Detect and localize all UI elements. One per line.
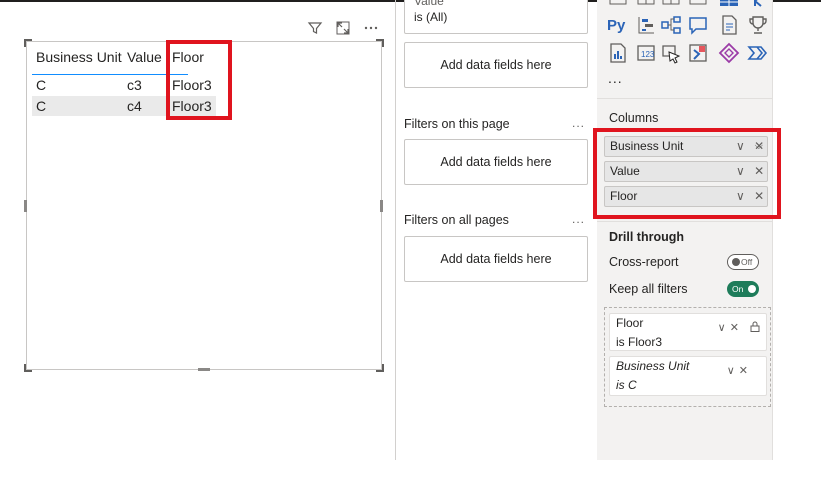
metrics-scorecard-icon[interactable]: 123 [635, 42, 657, 64]
resize-corner-top-left[interactable] [24, 39, 32, 47]
keep-filters-toggle[interactable]: On [727, 281, 759, 297]
lock-icon[interactable] [743, 321, 760, 334]
pane-divider [597, 98, 773, 99]
smart-narrative-icon[interactable] [718, 14, 740, 36]
drill-condition: is C [616, 378, 637, 392]
filter-field-name: Value [414, 0, 444, 8]
cell-value: c4 [127, 98, 142, 114]
page-filters-heading: Filters on this page [404, 117, 510, 131]
focus-mode-icon[interactable] [334, 20, 352, 38]
column-header-value[interactable]: Value [127, 47, 162, 68]
python-visual-icon[interactable]: Py [607, 14, 629, 36]
columns-heading: Columns [609, 111, 659, 125]
toggle-state: On [732, 284, 744, 294]
paginated-report-icon[interactable] [607, 42, 629, 64]
toggle-state: Off [741, 257, 753, 267]
visual-header [302, 20, 384, 38]
chevron-down-icon[interactable]: ∨ [727, 365, 739, 377]
remove-filter-icon[interactable]: ✕ [739, 365, 752, 377]
cross-report-row: Cross-report Off [609, 254, 759, 270]
power-automate-flow-icon[interactable] [747, 42, 769, 64]
more-visuals-icon[interactable]: ... [608, 70, 623, 86]
qa-chat-icon[interactable] [687, 14, 709, 36]
drill-condition: is Floor3 [616, 335, 663, 349]
all-pages-filters-drop-zone[interactable]: Add data fields here [404, 236, 588, 282]
visual-filters-drop-zone[interactable]: Add data fields here [404, 42, 588, 88]
highlight-columns-well [593, 128, 781, 219]
more-options-icon[interactable] [362, 20, 380, 38]
cell-business-unit: C [36, 77, 47, 93]
pane-divider [597, 221, 773, 222]
page-filters-more-icon[interactable]: ... [572, 116, 585, 130]
keep-filters-row: Keep all filters On [609, 281, 759, 297]
all-pages-filters-heading: Filters on all pages [404, 213, 509, 227]
svg-text:123: 123 [641, 50, 655, 59]
filters-pane: Value is (All) Add data fields here Filt… [395, 0, 597, 460]
cross-report-toggle[interactable]: Off [727, 254, 759, 270]
power-apps-diamond-icon[interactable] [718, 42, 740, 64]
drill-filter-floor[interactable]: Floor is Floor3 ∨✕ [609, 313, 767, 351]
drill-through-heading: Drill through [609, 230, 684, 244]
drill-field-name: Floor [616, 316, 644, 330]
filter-icon[interactable] [306, 20, 324, 38]
table-selected-icon[interactable] [718, 0, 740, 8]
header-underline [32, 74, 188, 75]
matrix-icon[interactable] [635, 0, 657, 8]
key-influencers-icon[interactable] [747, 0, 769, 8]
cell-business-unit: C [36, 98, 47, 114]
cross-report-label: Cross-report [609, 255, 679, 269]
goals-trophy-icon[interactable] [747, 14, 769, 36]
toggle-knob [748, 285, 756, 293]
resize-corner-top-right[interactable] [376, 39, 384, 47]
drill-card-actions: ∨✕ [727, 362, 752, 381]
power-automate-icon[interactable] [687, 42, 709, 64]
drill-field-name: Business Unit [616, 359, 690, 373]
card-visual-icon[interactable] [687, 0, 709, 8]
hierarchy-tree-icon[interactable] [660, 14, 682, 36]
all-pages-filters-more-icon[interactable]: ... [572, 212, 585, 226]
toggle-knob [732, 258, 740, 266]
drill-card-actions: ∨✕ [718, 319, 760, 338]
highlight-floor-column [166, 40, 232, 120]
chevron-down-icon[interactable]: ∨ [718, 322, 730, 334]
drill-through-well: Floor is Floor3 ∨✕ Business Unit is C ∨✕ [604, 307, 771, 407]
resize-handle-bottom[interactable] [198, 368, 210, 371]
page-filters-drop-zone[interactable]: Add data fields here [404, 139, 588, 185]
cell-value: c3 [127, 77, 142, 93]
resize-handle-right[interactable] [380, 200, 383, 212]
remove-filter-icon[interactable]: ✕ [730, 322, 743, 334]
filter-card-value[interactable]: Value is (All) [404, 0, 588, 34]
resize-corner-bottom-right[interactable] [376, 364, 384, 372]
stacked-bar-icon[interactable] [607, 0, 629, 8]
resize-corner-bottom-left[interactable] [24, 364, 32, 372]
filter-condition: is (All) [414, 10, 448, 24]
keep-filters-label: Keep all filters [609, 282, 688, 296]
drill-filter-business-unit[interactable]: Business Unit is C ∨✕ [609, 356, 767, 396]
resize-handle-left[interactable] [24, 200, 27, 212]
decomposition-tree-icon[interactable] [635, 14, 657, 36]
table-grid-icon[interactable] [660, 0, 682, 8]
svg-text:Py: Py [607, 17, 626, 34]
column-header-business-unit[interactable]: Business Unit [36, 47, 122, 68]
power-apps-icon[interactable] [660, 42, 682, 64]
